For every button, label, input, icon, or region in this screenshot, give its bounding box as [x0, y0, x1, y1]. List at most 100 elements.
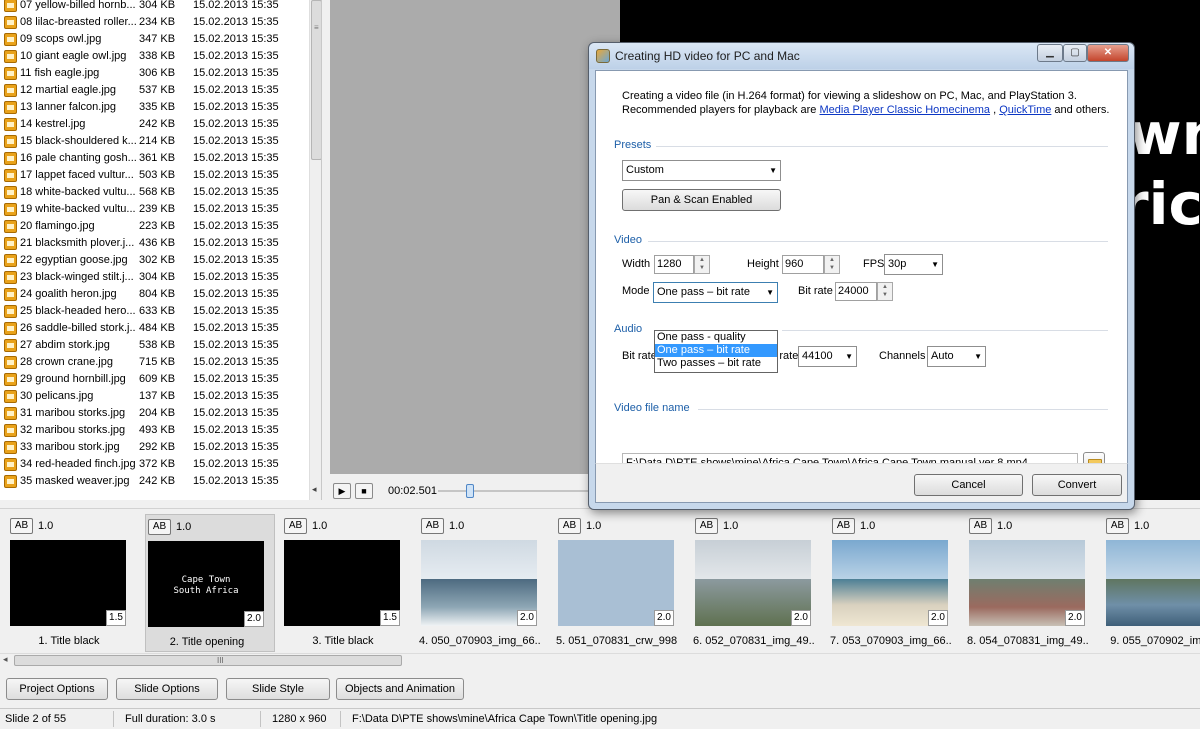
quicktime-link[interactable]: QuickTime [999, 104, 1051, 116]
file-name: 29 ground hornbill.jpg [20, 373, 126, 385]
scroll-left-arrow-icon[interactable]: ◂ [3, 654, 8, 665]
channels-select[interactable]: Auto ▼ [927, 346, 986, 367]
file-row[interactable]: 09 scops owl.jpg 347 KB 15.02.2013 15:35 [0, 31, 310, 48]
file-row[interactable]: 30 pelicans.jpg 137 KB 15.02.2013 15:35 [0, 388, 310, 405]
close-button[interactable]: ✕ [1087, 44, 1129, 62]
slide-item[interactable]: AB 1.0 2.0 8. 054_070831_img_49... [967, 514, 1097, 652]
video-bitrate-input[interactable]: 24000 [835, 282, 877, 301]
slide-thumbnail[interactable]: 2.0 [558, 540, 674, 626]
mode-option[interactable]: One pass - quality [655, 331, 777, 344]
file-row[interactable]: 25 black-headed hero... 633 KB 15.02.2013 … [0, 303, 310, 320]
slide-thumbnail[interactable]: 2.0 [832, 540, 948, 626]
file-row[interactable]: 31 maribou storks.jpg 204 KB 15.02.2013 15… [0, 405, 310, 422]
file-row[interactable]: 14 kestrel.jpg 242 KB 15.02.2013 15:35 [0, 116, 310, 133]
slide-thumbnail[interactable]: 2.0 [695, 540, 811, 626]
convert-button[interactable]: Convert [1032, 474, 1122, 496]
file-size: 234 KB [139, 16, 176, 28]
file-row[interactable]: 16 pale chanting gosh... 361 KB 15.02.2013… [0, 150, 310, 167]
dialog-titlebar[interactable]: Creating HD video for PC and Mac ▁ ▢ ✕ [589, 43, 1134, 69]
file-row[interactable]: 34 red-headed finch.jpg 372 KB 15.02.2013 … [0, 456, 310, 473]
file-row[interactable]: 15 black-shouldered k... 214 KB 15.02.2013… [0, 133, 310, 150]
file-row[interactable]: 12 martial eagle.jpg 537 KB 15.02.2013 15:… [0, 82, 310, 99]
slide-strip-scrollbar[interactable]: ◂ III [0, 653, 1200, 667]
transition-ab-button[interactable]: AB [832, 518, 855, 534]
slide-thumbnail[interactable] [1106, 540, 1200, 626]
file-row[interactable]: 11 fish eagle.jpg 306 KB 15.02.2013 15:35 [0, 65, 310, 82]
slide-item[interactable]: AB 1.0 2.0 5. 051_070831_crw_998... [556, 514, 686, 652]
file-row[interactable]: 13 lanner falcon.jpg 335 KB 15.02.2013 15:… [0, 99, 310, 116]
maximize-button[interactable]: ▢ [1063, 44, 1087, 62]
mode-option[interactable]: Two passes – bit rate [655, 357, 777, 370]
file-row[interactable]: 26 saddle-billed stork.j... 484 KB 15.02.2… [0, 320, 310, 337]
file-row[interactable]: 24 goalith heron.jpg 804 KB 15.02.2013 15:… [0, 286, 310, 303]
slide-thumbnail[interactable]: Cape Town South Africa 2.0 [148, 541, 264, 627]
slide-item[interactable]: AB 1.0 1.5 1. Title black [8, 514, 138, 652]
pan-scan-button[interactable]: Pan & Scan Enabled [622, 189, 781, 211]
video-bitrate-spinner[interactable]: ▲ ▼ [877, 282, 893, 301]
slide-style-button[interactable]: Slide Style [226, 678, 330, 700]
transition-ab-button[interactable]: AB [1106, 518, 1129, 534]
slide-thumbnail[interactable]: 1.5 [10, 540, 126, 626]
file-row[interactable]: 29 ground hornbill.jpg 609 KB 15.02.2013 1… [0, 371, 310, 388]
slide-thumbnail[interactable]: 1.5 [284, 540, 400, 626]
mpc-hc-link[interactable]: Media Player Classic Homecinema [819, 104, 990, 116]
project-options-button[interactable]: Project Options [6, 678, 108, 700]
slide-item[interactable]: AB 1.0 1.5 3. Title black [282, 514, 412, 652]
image-file-icon [4, 16, 17, 29]
mode-option-selected[interactable]: One pass – bit rate [655, 344, 777, 357]
timeline-slider[interactable] [466, 484, 474, 498]
cancel-button[interactable]: Cancel [914, 474, 1023, 496]
file-row[interactable]: 23 black-winged stilt.j... 304 KB 15.02.20… [0, 269, 310, 286]
file-row[interactable]: 17 lappet faced vultur... 503 KB 15.02.201… [0, 167, 310, 184]
file-row[interactable]: 33 maribou stork.jpg 292 KB 15.02.2013 15:… [0, 439, 310, 456]
height-spinner[interactable]: ▲ ▼ [824, 255, 840, 274]
slide-options-button[interactable]: Slide Options [116, 678, 218, 700]
objects-animation-button[interactable]: Objects and Animation [336, 678, 464, 700]
file-row[interactable]: 32 maribou storks.jpg 493 KB 15.02.2013 15… [0, 422, 310, 439]
transition-ab-button[interactable]: AB [421, 518, 444, 534]
file-row[interactable]: 35 masked weaver.jpg 242 KB 15.02.2013 15:… [0, 473, 310, 490]
file-list-scrollbar[interactable]: ≡ [309, 0, 321, 500]
play-button[interactable]: ▶ [333, 483, 351, 499]
file-row[interactable]: 20 flamingo.jpg 223 KB 15.02.2013 15:35 [0, 218, 310, 235]
transition-ab-button[interactable]: AB [284, 518, 307, 534]
file-row[interactable]: 21 blacksmith plover.j... 436 KB 15.02.201… [0, 235, 310, 252]
slide-item[interactable]: AB 1.0 2.0 7. 053_070903_img_66... [830, 514, 960, 652]
slide-item[interactable]: AB 1.0 Cape Town South Africa 2.0 2. Title op… [145, 514, 275, 652]
preset-select[interactable]: Custom ▼ [622, 160, 781, 181]
stop-button[interactable]: ■ [355, 483, 373, 499]
transition-ab-button[interactable]: AB [10, 518, 33, 534]
chevron-down-icon: ▼ [769, 166, 777, 175]
transition-ab-button[interactable]: AB [695, 518, 718, 534]
image-file-icon [4, 33, 17, 46]
width-input[interactable]: 1280 [654, 255, 694, 274]
slide-thumbnail[interactable]: 2.0 [421, 540, 537, 626]
sample-rate-select[interactable]: 44100 ▼ [798, 346, 857, 367]
slide-item[interactable]: AB 1.0 2.0 6. 052_070831_img_49... [693, 514, 823, 652]
file-row[interactable]: 07 yellow-billed hornb... 304 KB 15.02.201… [0, 0, 310, 14]
file-row[interactable]: 18 white-backed vultu... 568 KB 15.02.2013… [0, 184, 310, 201]
file-size: 223 KB [139, 220, 176, 232]
transition-ab-button[interactable]: AB [558, 518, 581, 534]
transition-ab-button[interactable]: AB [148, 519, 171, 535]
width-spinner[interactable]: ▲ ▼ [694, 255, 710, 274]
file-row[interactable]: 28 crown crane.jpg 715 KB 15.02.2013 15:35 [0, 354, 310, 371]
strip-scroll-thumb[interactable]: III [14, 655, 402, 666]
scroll-left-icon[interactable]: ◂ [312, 484, 317, 495]
file-row[interactable]: 19 white-backed vultu... 239 KB 15.02.2013… [0, 201, 310, 218]
file-row[interactable]: 27 abdim stork.jpg 538 KB 15.02.2013 15:35 [0, 337, 310, 354]
slide-thumbnail[interactable]: 2.0 [969, 540, 1085, 626]
fps-select[interactable]: 30p ▼ [884, 254, 943, 275]
height-input[interactable]: 960 [782, 255, 824, 274]
slide-item[interactable]: AB 1.0 9. 055_070902_img_6 [1104, 514, 1200, 652]
file-name: 35 masked weaver.jpg [20, 475, 130, 487]
mode-select[interactable]: One pass – bit rate ▼ [653, 282, 778, 303]
minimize-button[interactable]: ▁ [1037, 44, 1063, 62]
preview-area [330, 0, 620, 474]
file-row[interactable]: 10 giant eagle owl.jpg 338 KB 15.02.2013 1… [0, 48, 310, 65]
file-row[interactable]: 08 lilac-breasted roller... 234 KB 15.02.2… [0, 14, 310, 31]
slide-item[interactable]: AB 1.0 2.0 4. 050_070903_img_66... [419, 514, 549, 652]
transition-ab-button[interactable]: AB [969, 518, 992, 534]
scrollbar-thumb[interactable]: ≡ [311, 0, 321, 160]
file-row[interactable]: 22 egyptian goose.jpg 302 KB 15.02.2013 15… [0, 252, 310, 269]
